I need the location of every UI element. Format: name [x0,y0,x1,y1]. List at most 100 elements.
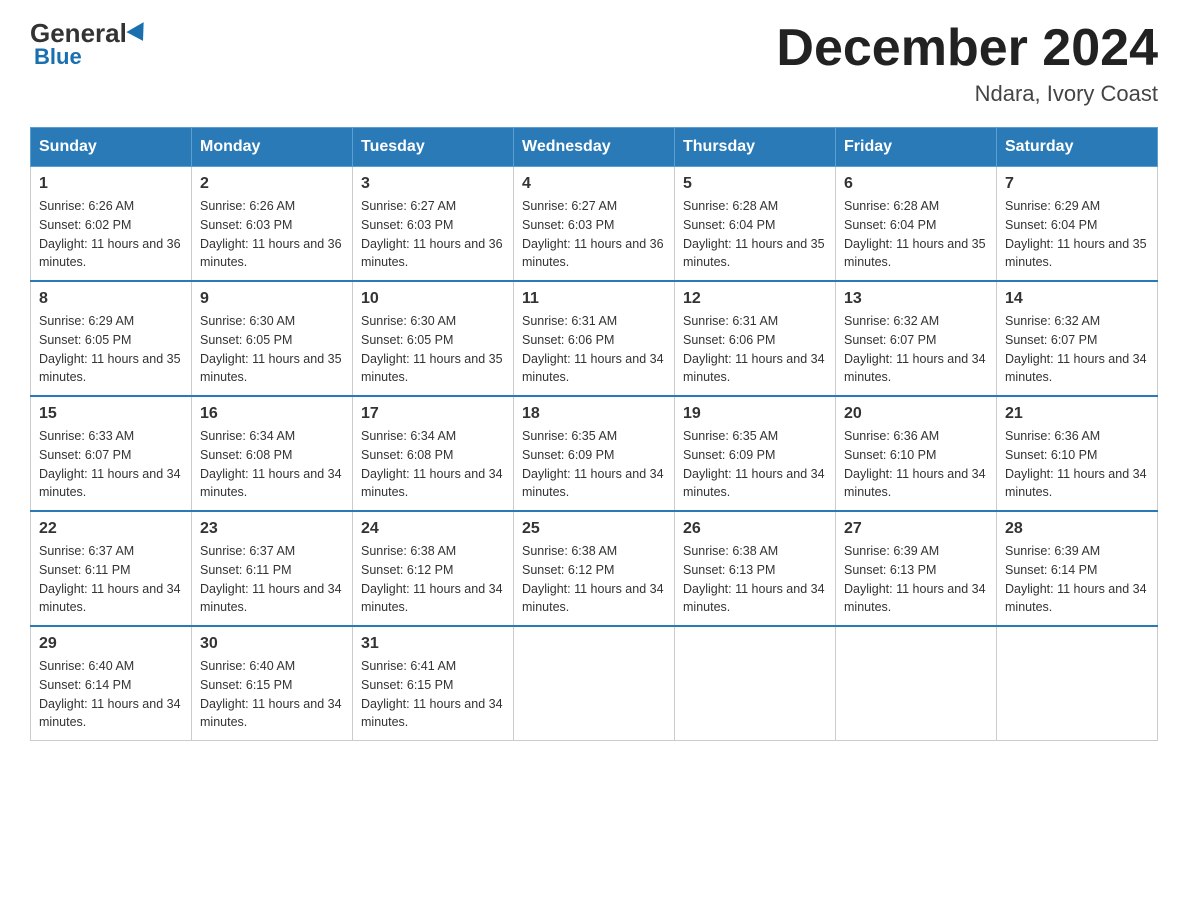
calendar-table: SundayMondayTuesdayWednesdayThursdayFrid… [30,127,1158,741]
calendar-day-cell: 2Sunrise: 6:26 AMSunset: 6:03 PMDaylight… [192,167,353,282]
day-info: Sunrise: 6:31 AMSunset: 6:06 PMDaylight:… [683,312,827,387]
day-number: 30 [200,635,344,653]
calendar-day-cell: 15 Sunrise: 6:33 AMSunset: 6:07 PMDayligh… [31,396,192,511]
day-number: 6 [844,175,988,193]
day-number: 14 [1005,290,1149,308]
day-number: 26 [683,520,827,538]
day-info: Sunrise: 6:34 AMSunset: 6:08 PMDaylight:… [200,427,344,502]
day-number: 20 [844,405,988,423]
calendar-day-cell: 17 Sunrise: 6:34 AMSunset: 6:08 PMDayligh… [353,396,514,511]
day-info: Sunrise: 6:37 AMSunset: 6:11 PMDaylight:… [200,542,344,617]
column-header-thursday: Thursday [675,128,836,167]
column-header-saturday: Saturday [997,128,1158,167]
calendar-week-row: 15 Sunrise: 6:33 AMSunset: 6:07 PMDayligh… [31,396,1158,511]
calendar-day-cell: 18Sunrise: 6:35 AMSunset: 6:09 PMDayligh… [514,396,675,511]
day-info: Sunrise: 6:27 AMSunset: 6:03 PMDaylight:… [522,197,666,272]
day-number: 1 [39,175,183,193]
day-number: 19 [683,405,827,423]
calendar-day-cell: 25 Sunrise: 6:38 AMSunset: 6:12 PMDayligh… [514,511,675,626]
day-number: 25 [522,520,666,538]
day-info: Sunrise: 6:38 AMSunset: 6:13 PMDaylight:… [683,542,827,617]
day-number: 27 [844,520,988,538]
calendar-day-cell: 31 Sunrise: 6:41 AMSunset: 6:15 PMDayligh… [353,626,514,741]
calendar-day-cell: 19 Sunrise: 6:35 AMSunset: 6:09 PMDayligh… [675,396,836,511]
calendar-day-cell: 7Sunrise: 6:29 AMSunset: 6:04 PMDaylight… [997,167,1158,282]
calendar-day-cell [997,626,1158,741]
column-header-sunday: Sunday [31,128,192,167]
day-number: 4 [522,175,666,193]
day-info: Sunrise: 6:38 AMSunset: 6:12 PMDaylight:… [361,542,505,617]
day-number: 13 [844,290,988,308]
day-number: 2 [200,175,344,193]
calendar-day-cell: 1 Sunrise: 6:26 AMSunset: 6:02 PMDaylight… [31,167,192,282]
calendar-day-cell: 27 Sunrise: 6:39 AMSunset: 6:13 PMDayligh… [836,511,997,626]
logo: General Blue [30,20,149,70]
calendar-day-cell: 29Sunrise: 6:40 AMSunset: 6:14 PMDayligh… [31,626,192,741]
calendar-day-cell: 12 Sunrise: 6:31 AMSunset: 6:06 PMDayligh… [675,281,836,396]
calendar-day-cell: 13 Sunrise: 6:32 AMSunset: 6:07 PMDayligh… [836,281,997,396]
day-number: 23 [200,520,344,538]
calendar-day-cell: 5Sunrise: 6:28 AMSunset: 6:04 PMDaylight… [675,167,836,282]
day-number: 7 [1005,175,1149,193]
day-number: 12 [683,290,827,308]
calendar-day-cell: 24 Sunrise: 6:38 AMSunset: 6:12 PMDayligh… [353,511,514,626]
day-info: Sunrise: 6:30 AMSunset: 6:05 PMDaylight:… [361,312,505,387]
calendar-week-row: 8 Sunrise: 6:29 AMSunset: 6:05 PMDaylight… [31,281,1158,396]
calendar-day-cell [836,626,997,741]
day-info: Sunrise: 6:35 AMSunset: 6:09 PMDaylight:… [522,427,666,502]
day-info: Sunrise: 6:26 AMSunset: 6:02 PMDaylight:… [39,197,183,272]
calendar-week-row: 22 Sunrise: 6:37 AMSunset: 6:11 PMDayligh… [31,511,1158,626]
calendar-day-cell: 11Sunrise: 6:31 AMSunset: 6:06 PMDayligh… [514,281,675,396]
calendar-day-cell: 3Sunrise: 6:27 AMSunset: 6:03 PMDaylight… [353,167,514,282]
day-info: Sunrise: 6:36 AMSunset: 6:10 PMDaylight:… [844,427,988,502]
calendar-week-row: 1 Sunrise: 6:26 AMSunset: 6:02 PMDaylight… [31,167,1158,282]
day-number: 5 [683,175,827,193]
logo-triangle-icon [126,22,151,46]
day-info: Sunrise: 6:30 AMSunset: 6:05 PMDaylight:… [200,312,344,387]
calendar-day-cell: 22 Sunrise: 6:37 AMSunset: 6:11 PMDayligh… [31,511,192,626]
day-number: 31 [361,635,505,653]
day-info: Sunrise: 6:37 AMSunset: 6:11 PMDaylight:… [39,542,183,617]
day-info: Sunrise: 6:40 AMSunset: 6:14 PMDaylight:… [39,657,183,732]
day-info: Sunrise: 6:28 AMSunset: 6:04 PMDaylight:… [844,197,988,272]
calendar-day-cell: 28 Sunrise: 6:39 AMSunset: 6:14 PMDayligh… [997,511,1158,626]
calendar-header-row: SundayMondayTuesdayWednesdayThursdayFrid… [31,128,1158,167]
calendar-day-cell: 10 Sunrise: 6:30 AMSunset: 6:05 PMDayligh… [353,281,514,396]
day-info: Sunrise: 6:41 AMSunset: 6:15 PMDaylight:… [361,657,505,732]
location-text: Ndara, Ivory Coast [776,81,1158,107]
calendar-week-row: 29Sunrise: 6:40 AMSunset: 6:14 PMDayligh… [31,626,1158,741]
page-header: General Blue December 2024 Ndara, Ivory … [30,20,1158,107]
day-number: 16 [200,405,344,423]
calendar-day-cell: 30Sunrise: 6:40 AMSunset: 6:15 PMDayligh… [192,626,353,741]
title-area: December 2024 Ndara, Ivory Coast [776,20,1158,107]
day-info: Sunrise: 6:34 AMSunset: 6:08 PMDaylight:… [361,427,505,502]
day-number: 8 [39,290,183,308]
day-info: Sunrise: 6:32 AMSunset: 6:07 PMDaylight:… [1005,312,1149,387]
day-info: Sunrise: 6:39 AMSunset: 6:13 PMDaylight:… [844,542,988,617]
day-number: 9 [200,290,344,308]
day-info: Sunrise: 6:29 AMSunset: 6:05 PMDaylight:… [39,312,183,387]
day-number: 22 [39,520,183,538]
day-info: Sunrise: 6:27 AMSunset: 6:03 PMDaylight:… [361,197,505,272]
calendar-day-cell: 21Sunrise: 6:36 AMSunset: 6:10 PMDayligh… [997,396,1158,511]
calendar-day-cell: 14 Sunrise: 6:32 AMSunset: 6:07 PMDayligh… [997,281,1158,396]
logo-general-text: General [30,20,127,46]
day-number: 24 [361,520,505,538]
calendar-day-cell: 26 Sunrise: 6:38 AMSunset: 6:13 PMDayligh… [675,511,836,626]
day-number: 17 [361,405,505,423]
column-header-friday: Friday [836,128,997,167]
day-info: Sunrise: 6:33 AMSunset: 6:07 PMDaylight:… [39,427,183,502]
day-info: Sunrise: 6:35 AMSunset: 6:09 PMDaylight:… [683,427,827,502]
column-header-wednesday: Wednesday [514,128,675,167]
day-number: 11 [522,290,666,308]
day-number: 28 [1005,520,1149,538]
calendar-day-cell: 4 Sunrise: 6:27 AMSunset: 6:03 PMDaylight… [514,167,675,282]
column-header-tuesday: Tuesday [353,128,514,167]
day-number: 15 [39,405,183,423]
logo-blue-text: Blue [34,44,82,70]
day-info: Sunrise: 6:32 AMSunset: 6:07 PMDaylight:… [844,312,988,387]
day-info: Sunrise: 6:39 AMSunset: 6:14 PMDaylight:… [1005,542,1149,617]
calendar-day-cell: 6 Sunrise: 6:28 AMSunset: 6:04 PMDaylight… [836,167,997,282]
day-info: Sunrise: 6:38 AMSunset: 6:12 PMDaylight:… [522,542,666,617]
day-number: 10 [361,290,505,308]
